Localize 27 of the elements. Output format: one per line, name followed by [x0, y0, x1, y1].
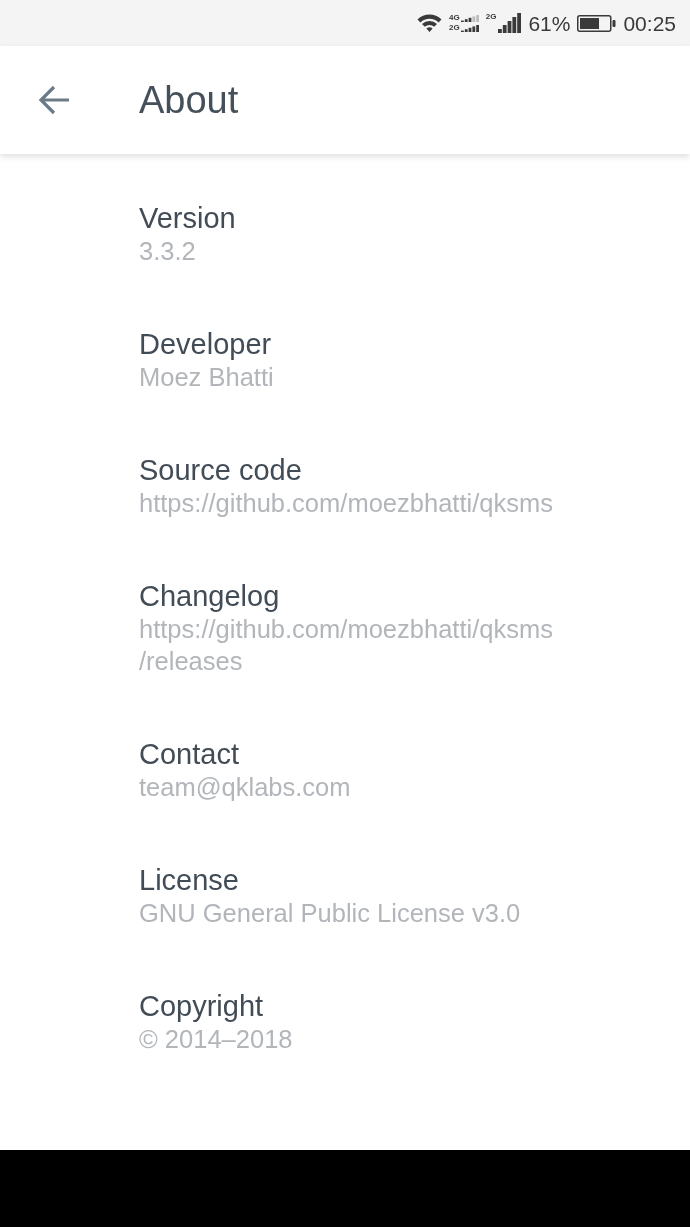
signal-icon — [460, 15, 479, 22]
setting-value: team@qklabs.com — [139, 772, 352, 803]
clock-time: 00:25 — [623, 12, 676, 34]
battery-icon — [577, 14, 617, 32]
network-type-label: 4G — [449, 14, 460, 22]
setting-value: © 2014–2018 — [139, 1024, 294, 1055]
setting-title: License — [139, 863, 240, 897]
setting-value: GNU General Public License v3.0 — [139, 898, 522, 929]
setting-title: Developer — [139, 327, 273, 361]
signal-icon — [498, 13, 522, 33]
back-arrow-icon — [38, 85, 70, 115]
setting-value: 3.3.2 — [139, 236, 197, 267]
battery-percent: 61% — [528, 12, 571, 34]
setting-title: Contact — [139, 737, 240, 771]
setting-value: Moez Bhatti — [139, 362, 275, 393]
page-title: About — [139, 81, 239, 119]
setting-title: Source code — [139, 453, 303, 487]
signal-icon — [460, 25, 479, 32]
setting-title: Changelog — [139, 579, 281, 613]
setting-title: Copyright — [139, 989, 265, 1023]
setting-title: Version — [139, 201, 237, 235]
setting-value: https://github.com/moezbhatti/qksms — [139, 488, 554, 519]
network-type-label: 2G — [449, 24, 460, 32]
back-button[interactable] — [36, 83, 72, 117]
setting-value: https://github.com/moezbhatti/qksms/releases — [139, 614, 554, 677]
wifi-icon — [417, 13, 443, 33]
network-type-label: 2G — [485, 13, 497, 21]
